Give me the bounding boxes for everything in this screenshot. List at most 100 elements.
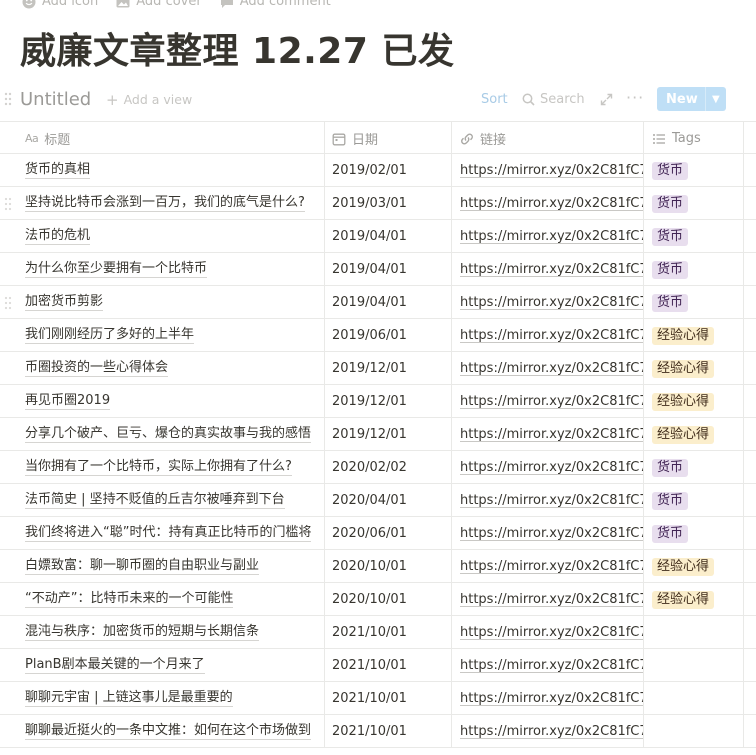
row-title[interactable]: PlanB剧本最关键的一个月来了	[25, 657, 205, 674]
tags-cell[interactable]	[644, 715, 744, 748]
extra-cell[interactable]	[744, 352, 756, 385]
column-header-link[interactable]: 链接	[452, 122, 644, 155]
title-cell[interactable]: 再见币圈2019	[18, 385, 325, 418]
row-title[interactable]: 白嫖致富：聊一聊币圈的自由职业与副业	[25, 558, 260, 575]
table-row[interactable]: 法币的危机 2019/04/01 https://mirror.xyz/0x2C…	[0, 220, 756, 253]
chevron-down-icon[interactable]: ▼	[706, 94, 720, 105]
tags-cell[interactable]: 货币	[644, 253, 744, 286]
tag-badge[interactable]: 经验心得	[652, 557, 715, 576]
expand-icon[interactable]	[600, 93, 613, 106]
row-title[interactable]: 再见币圈2019	[25, 393, 111, 410]
extra-cell[interactable]	[744, 319, 756, 352]
title-cell[interactable]: 加密货币剪影	[18, 286, 325, 319]
date-cell[interactable]: 2021/10/01	[325, 682, 452, 715]
extra-cell[interactable]	[744, 649, 756, 682]
drag-handle-icon[interactable]	[4, 92, 12, 106]
tags-cell[interactable]: 经验心得	[644, 319, 744, 352]
title-cell[interactable]: 分享几个破产、巨亏、爆仓的真实故事与我的感悟	[18, 418, 325, 451]
tag-badge[interactable]: 货币	[652, 491, 689, 510]
title-cell[interactable]: “不动产”：比特币未来的一个可能性	[18, 583, 325, 616]
tag-badge[interactable]: 经验心得	[652, 392, 715, 411]
extra-cell[interactable]	[744, 715, 756, 748]
link-cell[interactable]: https://mirror.xyz/0x2C81fC79	[452, 583, 644, 616]
extra-cell[interactable]	[744, 616, 756, 649]
table-row[interactable]: “不动产”：比特币未来的一个可能性 2020/10/01 https://mir…	[0, 583, 756, 616]
row-title[interactable]: 我们终将进入“聪”时代：持有真正比特币的门槛将	[25, 525, 312, 542]
link-cell[interactable]: https://mirror.xyz/0x2C81fC79	[452, 682, 644, 715]
date-cell[interactable]: 2019/04/01	[325, 220, 452, 253]
table-row[interactable]: 聊聊元宇宙 | 上链这事儿是最重要的 2021/10/01 https://mi…	[0, 682, 756, 715]
date-cell[interactable]: 2019/03/01	[325, 187, 452, 220]
extra-cell[interactable]	[744, 583, 756, 616]
row-link[interactable]: https://mirror.xyz/0x2C81fC79	[460, 229, 643, 244]
link-cell[interactable]: https://mirror.xyz/0x2C81fC79	[452, 484, 644, 517]
row-link[interactable]: https://mirror.xyz/0x2C81fC79	[460, 625, 643, 640]
row-link[interactable]: https://mirror.xyz/0x2C81fC79	[460, 724, 643, 739]
row-link[interactable]: https://mirror.xyz/0x2C81fC79	[460, 196, 643, 211]
title-cell[interactable]: 我们终将进入“聪”时代：持有真正比特币的门槛将	[18, 517, 325, 550]
extra-cell[interactable]	[744, 682, 756, 715]
tag-badge[interactable]: 经验心得	[652, 425, 715, 444]
link-cell[interactable]: https://mirror.xyz/0x2C81fC79	[452, 187, 644, 220]
more-options-icon[interactable]: ···	[626, 88, 644, 107]
row-link[interactable]: https://mirror.xyz/0x2C81fC79	[460, 493, 643, 508]
table-row[interactable]: 货币的真相 2019/02/01 https://mirror.xyz/0x2C…	[0, 154, 756, 187]
row-title[interactable]: 聊聊最近挺火的一条中文推：如何在这个市场做到	[25, 723, 312, 740]
table-row[interactable]: 混沌与秩序：加密货币的短期与长期信条 2021/10/01 https://mi…	[0, 616, 756, 649]
drag-handle-icon[interactable]	[4, 197, 12, 211]
table-row[interactable]: 币圈投资的一些心得体会 2019/12/01 https://mirror.xy…	[0, 352, 756, 385]
row-title[interactable]: 混沌与秩序：加密货币的短期与长期信条	[25, 624, 260, 641]
add-comment-button[interactable]: Add comment	[220, 0, 331, 9]
date-cell[interactable]: 2021/10/01	[325, 649, 452, 682]
row-title[interactable]: 法币简史 | 坚持不贬值的丘吉尔被唾弃到下台	[25, 492, 285, 509]
row-link[interactable]: https://mirror.xyz/0x2C81fC79	[460, 295, 643, 310]
table-row[interactable]: PlanB剧本最关键的一个月来了 2021/10/01 https://mirr…	[0, 649, 756, 682]
table-row[interactable]: 法币简史 | 坚持不贬值的丘吉尔被唾弃到下台 2020/04/01 https:…	[0, 484, 756, 517]
date-cell[interactable]: 2019/12/01	[325, 418, 452, 451]
date-cell[interactable]: 2020/10/01	[325, 550, 452, 583]
tags-cell[interactable]: 货币	[644, 451, 744, 484]
tag-badge[interactable]: 货币	[652, 458, 689, 477]
title-cell[interactable]: 混沌与秩序：加密货币的短期与长期信条	[18, 616, 325, 649]
date-cell[interactable]: 2019/06/01	[325, 319, 452, 352]
date-cell[interactable]: 2020/10/01	[325, 583, 452, 616]
row-link[interactable]: https://mirror.xyz/0x2C81fC79	[460, 361, 643, 376]
tags-cell[interactable]: 经验心得	[644, 550, 744, 583]
row-title[interactable]: 货币的真相	[25, 162, 91, 179]
table-row[interactable]: 坚持说比特币会涨到一百万，我们的底气是什么? 2019/03/01 https:…	[0, 187, 756, 220]
link-cell[interactable]: https://mirror.xyz/0x2C81fC79	[452, 715, 644, 748]
title-cell[interactable]: 我们刚刚经历了多好的上半年	[18, 319, 325, 352]
row-link[interactable]: https://mirror.xyz/0x2C81fC79	[460, 328, 643, 343]
extra-cell[interactable]	[744, 517, 756, 550]
date-cell[interactable]: 2020/04/01	[325, 484, 452, 517]
column-header-date[interactable]: 日期	[325, 122, 452, 155]
tag-badge[interactable]: 经验心得	[652, 359, 715, 378]
date-cell[interactable]: 2021/10/01	[325, 616, 452, 649]
extra-cell[interactable]	[744, 220, 756, 253]
tags-cell[interactable]	[644, 616, 744, 649]
column-header-extra[interactable]	[744, 122, 756, 155]
row-title[interactable]: 分享几个破产、巨亏、爆仓的真实故事与我的感悟	[25, 426, 312, 443]
row-link[interactable]: https://mirror.xyz/0x2C81fC79	[460, 559, 643, 574]
column-header-tags[interactable]: Tags	[644, 122, 744, 155]
link-cell[interactable]: https://mirror.xyz/0x2C81fC79	[452, 253, 644, 286]
table-row[interactable]: 我们刚刚经历了多好的上半年 2019/06/01 https://mirror.…	[0, 319, 756, 352]
title-cell[interactable]: 坚持说比特币会涨到一百万，我们的底气是什么?	[18, 187, 325, 220]
extra-cell[interactable]	[744, 550, 756, 583]
link-cell[interactable]: https://mirror.xyz/0x2C81fC79	[452, 286, 644, 319]
tags-cell[interactable]: 货币	[644, 286, 744, 319]
tags-cell[interactable]: 货币	[644, 220, 744, 253]
extra-cell[interactable]	[744, 385, 756, 418]
link-cell[interactable]: https://mirror.xyz/0x2C81fC79	[452, 385, 644, 418]
sort-button[interactable]: Sort	[481, 92, 508, 107]
link-cell[interactable]: https://mirror.xyz/0x2C81fC79	[452, 649, 644, 682]
extra-cell[interactable]	[744, 451, 756, 484]
date-cell[interactable]: 2019/02/01	[325, 154, 452, 187]
tags-cell[interactable]: 货币	[644, 154, 744, 187]
title-cell[interactable]: 法币简史 | 坚持不贬值的丘吉尔被唾弃到下台	[18, 484, 325, 517]
table-row[interactable]: 我们终将进入“聪”时代：持有真正比特币的门槛将 2020/06/01 https…	[0, 517, 756, 550]
tags-cell[interactable]	[644, 649, 744, 682]
link-cell[interactable]: https://mirror.xyz/0x2C81fC79	[452, 154, 644, 187]
date-cell[interactable]: 2019/12/01	[325, 352, 452, 385]
table-row[interactable]: 加密货币剪影 2019/04/01 https://mirror.xyz/0x2…	[0, 286, 756, 319]
